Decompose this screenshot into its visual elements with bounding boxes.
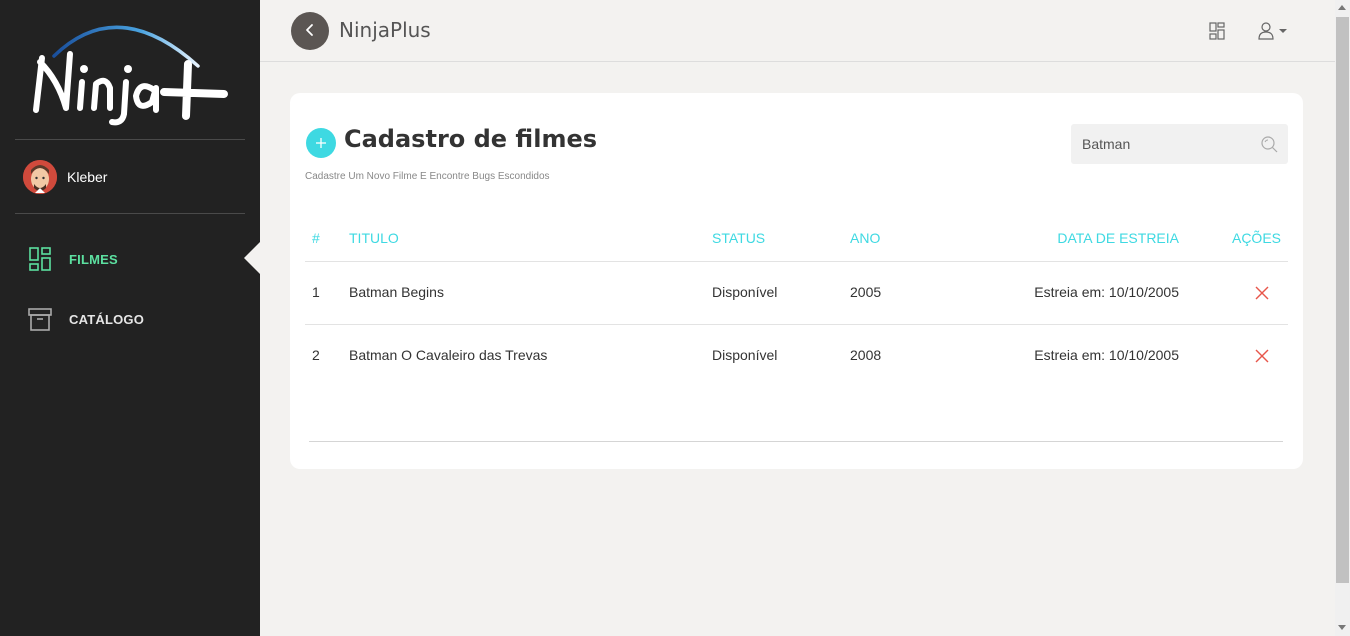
back-button[interactable]	[291, 12, 329, 50]
page-subtitle: Cadastre Um Novo Filme E Encontre Bugs E…	[305, 171, 550, 182]
grid-icon[interactable]	[1209, 22, 1225, 44]
table-footer-divider	[309, 441, 1283, 442]
table-row-divider	[305, 324, 1288, 325]
delete-button[interactable]	[1253, 347, 1271, 365]
sidebar-item-filmes[interactable]: FILMES	[28, 246, 260, 272]
page-title: Cadastro de filmes	[344, 125, 598, 153]
table-header-divider	[305, 261, 1288, 262]
column-header-title: TITULO	[349, 230, 399, 246]
user-profile[interactable]: Kleber	[23, 160, 107, 194]
movie-release-date: Estreia em: 10/10/2005	[1034, 284, 1179, 300]
avatar	[23, 160, 57, 194]
movie-status: Disponível	[712, 284, 778, 300]
archive-icon	[28, 307, 52, 331]
close-icon	[1255, 349, 1269, 363]
row-number: 2	[312, 347, 320, 363]
search-box	[1071, 124, 1288, 164]
ninja-plus-logo[interactable]	[28, 12, 232, 130]
sidebar-divider	[15, 213, 245, 214]
close-icon	[1255, 286, 1269, 300]
column-header-status: STATUS	[712, 230, 766, 246]
movie-year: 2008	[850, 347, 882, 363]
chevron-left-icon	[303, 22, 317, 41]
movie-release-date: Estreia em: 10/10/2005	[1034, 347, 1179, 363]
dashboard-icon	[28, 247, 52, 271]
column-header-actions: AÇÕES	[1231, 230, 1281, 246]
delete-button[interactable]	[1253, 284, 1271, 302]
add-movie-button[interactable]	[306, 128, 336, 158]
scroll-down-icon[interactable]	[1338, 625, 1346, 630]
sidebar: Kleber FILMES CATÁLOGO	[0, 0, 260, 636]
movie-status: Disponível	[712, 347, 778, 363]
search-input[interactable]	[1071, 124, 1251, 164]
page-scrollbar[interactable]	[1335, 0, 1350, 636]
plus-icon	[315, 134, 327, 153]
app-title: NinjaPlus	[339, 18, 431, 42]
scroll-thumb[interactable]	[1336, 17, 1349, 583]
sidebar-item-catalogo[interactable]: CATÁLOGO	[28, 306, 260, 332]
sidebar-item-label: CATÁLOGO	[69, 311, 145, 327]
sidebar-item-label: FILMES	[69, 251, 118, 267]
column-header-number: #	[312, 230, 320, 246]
search-icon[interactable]	[1260, 135, 1278, 157]
active-nav-pointer	[244, 242, 260, 274]
movie-year: 2005	[850, 284, 882, 300]
sidebar-divider	[15, 139, 245, 140]
column-header-release-date: DATA DE ESTREIA	[1057, 230, 1179, 246]
movie-title[interactable]: Batman O Cavaleiro das Trevas	[349, 347, 547, 363]
column-header-year: ANO	[850, 230, 881, 246]
movie-title[interactable]: Batman Begins	[349, 284, 444, 300]
row-number: 1	[312, 284, 320, 300]
movies-card: Cadastro de filmes Cadastre Um Novo Film…	[290, 93, 1303, 469]
user-icon[interactable]	[1257, 22, 1289, 44]
user-name: Kleber	[67, 169, 108, 185]
top-header: NinjaPlus	[260, 0, 1335, 62]
scroll-up-icon[interactable]	[1338, 5, 1346, 10]
